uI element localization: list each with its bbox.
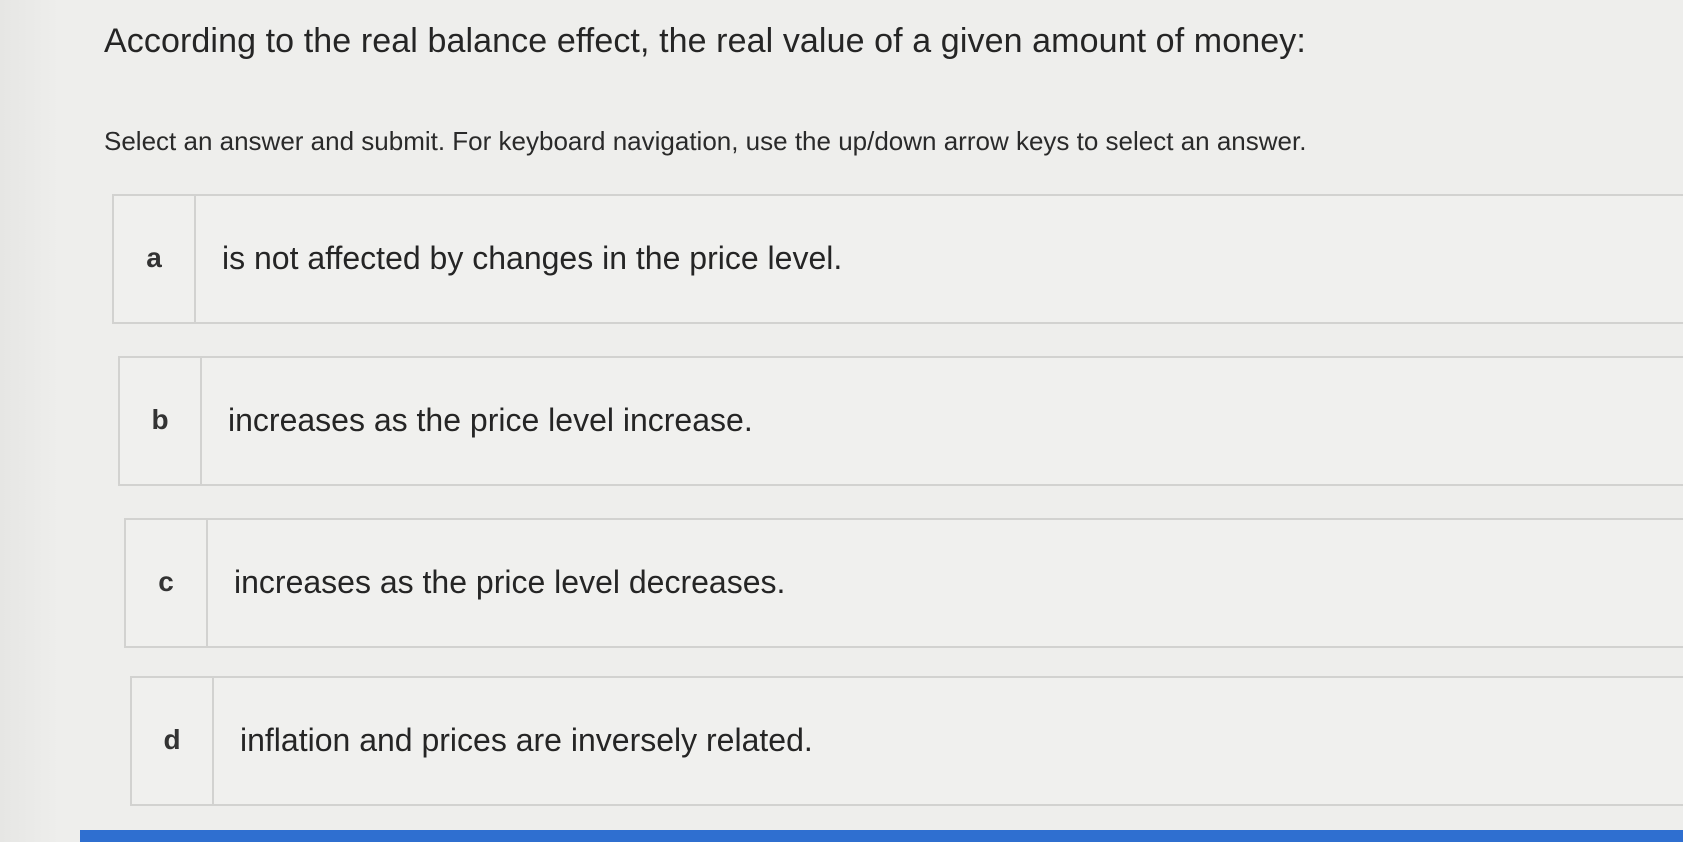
option-letter: b [120, 358, 202, 484]
option-letter: a [114, 196, 196, 322]
answer-option-c[interactable]: c increases as the price level decreases… [124, 518, 1683, 648]
option-letter: d [132, 678, 214, 804]
option-text: inflation and prices are inversely relat… [240, 722, 813, 758]
question-prompt: According to the real balance effect, th… [104, 22, 1306, 60]
answer-option-a[interactable]: a is not affected by changes in the pric… [112, 194, 1683, 324]
page-left-edge [0, 0, 60, 842]
option-letter: c [126, 520, 208, 646]
answer-instructions: Select an answer and submit. For keyboar… [104, 126, 1307, 156]
option-text: increases as the price level increase. [228, 402, 753, 438]
answer-option-b[interactable]: b increases as the price level increase. [118, 356, 1683, 486]
option-text: is not affected by changes in the price … [222, 240, 843, 276]
submit-bar[interactable] [80, 830, 1683, 842]
option-text: increases as the price level decreases. [234, 564, 786, 600]
answer-option-d[interactable]: d inflation and prices are inversely rel… [130, 676, 1683, 806]
